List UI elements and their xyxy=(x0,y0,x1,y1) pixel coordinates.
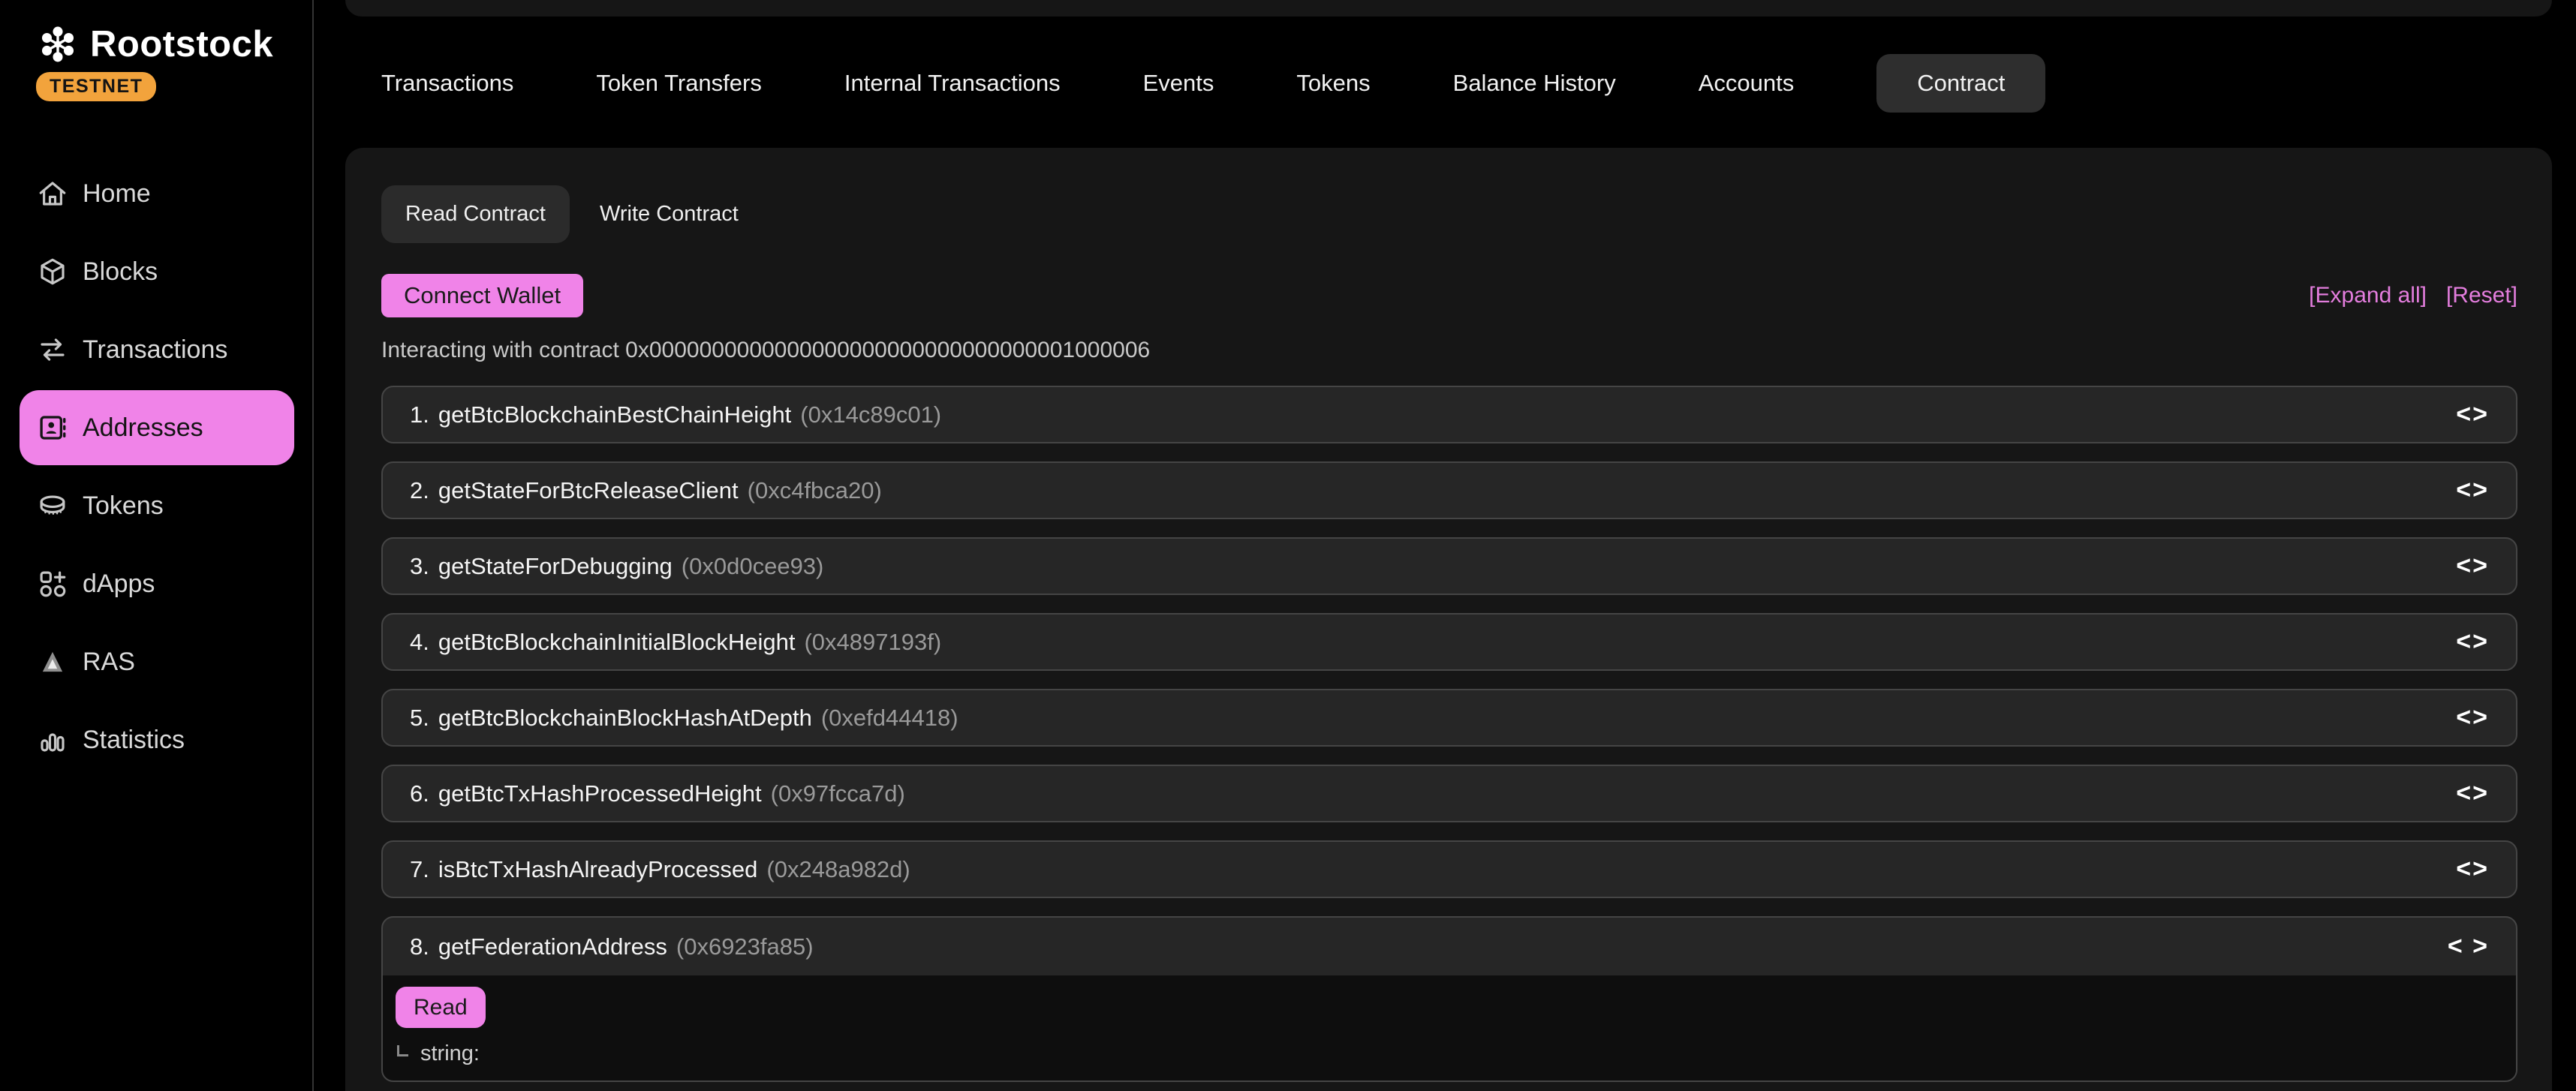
tab-transactions[interactable]: Transactions xyxy=(381,70,513,97)
function-number: 2. xyxy=(410,477,429,504)
function-number: 8. xyxy=(410,933,429,960)
function-name: getStateForDebugging xyxy=(438,553,673,580)
addresses-icon xyxy=(36,411,69,444)
tab-accounts[interactable]: Accounts xyxy=(1699,70,1795,97)
toolbar-links: [Expand all] [Reset] xyxy=(2309,283,2517,308)
function-name: getBtcBlockchainInitialBlockHeight xyxy=(438,629,796,656)
tab-internal-transactions[interactable]: Internal Transactions xyxy=(844,70,1061,97)
subtab-write-contract[interactable]: Write Contract xyxy=(600,202,739,227)
output-type-label: string: xyxy=(420,1041,480,1066)
function-name: isBtcTxHashAlreadyProcessed xyxy=(438,856,758,883)
branch-icon xyxy=(397,1045,408,1056)
testnet-badge: TESTNET xyxy=(36,72,156,101)
function-row-1[interactable]: 1. getBtcBlockchainBestChainHeight (0x14… xyxy=(381,386,2517,443)
previous-card-edge xyxy=(345,0,2552,17)
sidebar-item-transactions[interactable]: Transactions xyxy=(20,312,294,387)
function-selector: (0x14c89c01) xyxy=(800,401,941,428)
tab-token-transfers[interactable]: Token Transfers xyxy=(596,70,762,97)
sidebar-item-blocks[interactable]: Blocks xyxy=(20,234,294,309)
function-selector: (0x0d0cee93) xyxy=(682,553,824,580)
ras-icon xyxy=(36,645,69,678)
tab-tokens[interactable]: Tokens xyxy=(1296,70,1370,97)
function-name: getBtcBlockchainBestChainHeight xyxy=(438,401,791,428)
function-row-7[interactable]: 7. isBtcTxHashAlreadyProcessed (0x248a98… xyxy=(381,840,2517,898)
code-icon[interactable]: <> xyxy=(2456,703,2489,732)
function-row-3[interactable]: 3. getStateForDebugging (0x0d0cee93) <> xyxy=(381,537,2517,595)
function-selector: (0xefd44418) xyxy=(821,705,958,732)
function-number: 6. xyxy=(410,780,429,807)
function-row-8[interactable]: 8. getFederationAddress (0x6923fa85) < > xyxy=(383,918,2516,975)
brand-logo[interactable]: Rootstock xyxy=(36,23,273,66)
blocks-icon xyxy=(36,255,69,288)
sidebar-item-home[interactable]: Home xyxy=(20,156,294,231)
function-number: 3. xyxy=(410,553,429,580)
function-number: 7. xyxy=(410,856,429,883)
reset-link[interactable]: [Reset] xyxy=(2446,283,2517,308)
function-row-6[interactable]: 6. getBtcTxHashProcessedHeight (0x97fcca… xyxy=(381,765,2517,822)
sidebar-item-statistics[interactable]: Statistics xyxy=(20,702,294,777)
sidebar-item-label: dApps xyxy=(83,570,155,599)
home-icon xyxy=(36,177,69,210)
tab-contract[interactable]: Contract xyxy=(1876,54,2045,113)
rootstock-logo-icon xyxy=(36,23,80,66)
code-icon[interactable]: <> xyxy=(2456,855,2489,884)
function-row-5[interactable]: 5. getBtcBlockchainBlockHashAtDepth (0xe… xyxy=(381,689,2517,747)
tokens-icon xyxy=(36,489,69,522)
sidebar-nav: Home Blocks Transactions xyxy=(0,156,312,780)
contract-panel: Read Contract Write Contract Connect Wal… xyxy=(345,148,2552,1091)
function-number: 4. xyxy=(410,629,429,656)
code-icon[interactable]: <> xyxy=(2456,400,2489,429)
brand-name: Rootstock xyxy=(90,23,273,65)
sidebar-item-label: Transactions xyxy=(83,335,227,365)
sidebar-item-label: Blocks xyxy=(83,257,158,287)
function-selector: (0x6923fa85) xyxy=(676,933,814,960)
statistics-icon xyxy=(36,723,69,756)
function-name: getBtcBlockchainBlockHashAtDepth xyxy=(438,705,812,732)
sidebar: Rootstock TESTNET Home Blocks xyxy=(0,0,314,1091)
function-row-8-expanded: 8. getFederationAddress (0x6923fa85) < >… xyxy=(381,916,2517,1082)
tab-balance-history[interactable]: Balance History xyxy=(1453,70,1616,97)
function-name: getStateForBtcReleaseClient xyxy=(438,477,739,504)
function-selector: (0x248a982d) xyxy=(766,856,910,883)
code-icon[interactable]: <> xyxy=(2456,779,2489,808)
function-row-8-body: Read string: xyxy=(383,975,2516,1080)
function-number: 5. xyxy=(410,705,429,732)
function-selector: (0x97fcca7d) xyxy=(771,780,905,807)
subtab-read-contract[interactable]: Read Contract xyxy=(381,185,570,243)
function-name: getFederationAddress xyxy=(438,933,667,960)
sidebar-item-label: Tokens xyxy=(83,491,164,521)
read-button[interactable]: Read xyxy=(396,987,486,1028)
address-tabs: Transactions Token Transfers Internal Tr… xyxy=(381,54,2045,113)
sidebar-item-label: RAS xyxy=(83,648,135,677)
sidebar-item-label: Addresses xyxy=(83,413,203,443)
transactions-icon xyxy=(36,333,69,366)
function-row-4[interactable]: 4. getBtcBlockchainInitialBlockHeight (0… xyxy=(381,613,2517,671)
sidebar-item-addresses[interactable]: Addresses xyxy=(20,390,294,465)
connect-wallet-button[interactable]: Connect Wallet xyxy=(381,274,583,317)
function-selector: (0x4897193f) xyxy=(804,629,941,656)
function-name: getBtcTxHashProcessedHeight xyxy=(438,780,762,807)
dapps-icon xyxy=(36,567,69,600)
tab-events[interactable]: Events xyxy=(1143,70,1214,97)
interacting-with-contract-text: Interacting with contract 0x000000000000… xyxy=(381,338,1150,363)
contract-toolbar: Connect Wallet [Expand all] [Reset] xyxy=(381,274,2517,317)
sidebar-item-tokens[interactable]: Tokens xyxy=(20,468,294,543)
code-icon[interactable]: <> xyxy=(2456,627,2489,657)
code-icon-expanded[interactable]: < > xyxy=(2448,932,2489,961)
sidebar-item-ras[interactable]: RAS xyxy=(20,624,294,699)
function-selector: (0xc4fbca20) xyxy=(748,477,882,504)
function-row-2[interactable]: 2. getStateForBtcReleaseClient (0xc4fbca… xyxy=(381,461,2517,519)
function-number: 1. xyxy=(410,401,429,428)
sidebar-item-label: Statistics xyxy=(83,726,185,755)
function-list: 1. getBtcBlockchainBestChainHeight (0x14… xyxy=(381,386,2517,1082)
function-output-line: string: xyxy=(397,1041,480,1066)
sidebar-item-dapps[interactable]: dApps xyxy=(20,546,294,621)
contract-subtabs: Read Contract Write Contract xyxy=(381,185,739,243)
expand-all-link[interactable]: [Expand all] xyxy=(2309,283,2427,308)
sidebar-item-label: Home xyxy=(83,179,151,209)
code-icon[interactable]: <> xyxy=(2456,476,2489,505)
code-icon[interactable]: <> xyxy=(2456,552,2489,581)
